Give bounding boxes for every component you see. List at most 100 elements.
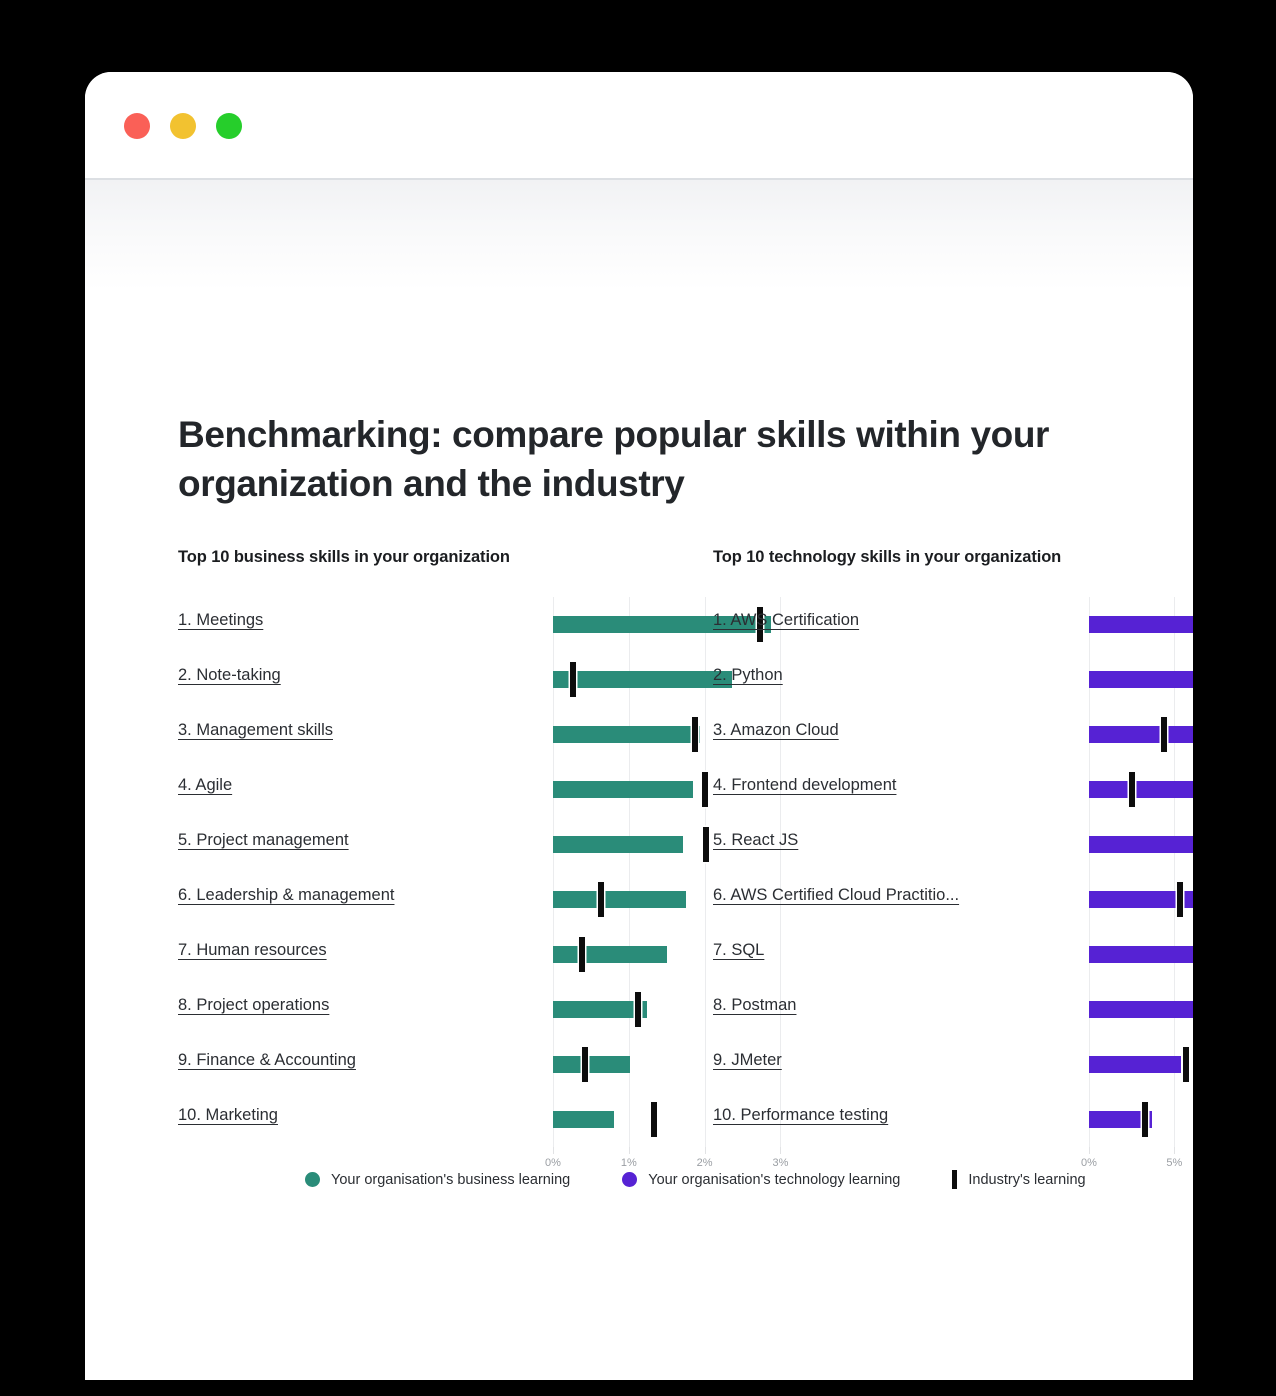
chart-panel-technology: Top 10 technology skills in your organiz…	[713, 548, 1193, 1181]
skill-label-link[interactable]: 9. Finance & Accounting	[178, 1051, 356, 1070]
axis-tick	[553, 1147, 554, 1154]
legend-item[interactable]: Industry's learning	[952, 1170, 1086, 1189]
skill-label-link[interactable]: 1. AWS Certification	[713, 611, 859, 630]
skill-label-link[interactable]: 4. Agile	[178, 776, 232, 795]
skill-label-link[interactable]: 4. Frontend development	[713, 776, 896, 795]
chart-row: 8. Postman	[713, 982, 1193, 1037]
skill-label-link[interactable]: 8. Project operations	[178, 996, 329, 1015]
axis-tick	[1089, 1147, 1090, 1154]
chart-row: 2. Python	[713, 652, 1193, 707]
close-button[interactable]	[124, 113, 150, 139]
plot-area	[1089, 1092, 1193, 1147]
skill-label-link[interactable]: 7. Human resources	[178, 941, 327, 960]
skill-label-link[interactable]: 7. SQL	[713, 941, 764, 960]
industry-benchmark-marker[interactable]	[702, 772, 709, 807]
chart-row: 6. Leadership & management	[178, 872, 782, 927]
chart-row: 3. Amazon Cloud	[713, 707, 1193, 762]
industry-benchmark-marker[interactable]	[597, 882, 604, 917]
data-bar[interactable]	[1089, 616, 1193, 633]
gridline	[704, 872, 706, 927]
chart-row: 7. SQL	[713, 927, 1193, 982]
industry-benchmark-marker[interactable]	[1161, 717, 1168, 752]
skill-label-link[interactable]: 5. React JS	[713, 831, 798, 850]
browser-title-bar	[85, 72, 1193, 180]
maximize-button[interactable]	[216, 113, 242, 139]
axis-tick-label: 1%	[620, 1157, 637, 1169]
plot-area	[1089, 707, 1193, 762]
legend-item[interactable]: Your organisation's technology learning	[622, 1172, 900, 1188]
chart-rows-technology: 1. AWS Certification 2. Python 3. Amazon C…	[713, 597, 1193, 1147]
chart-row: 4. Frontend development	[713, 762, 1193, 817]
plot-area	[1089, 872, 1193, 927]
data-bar[interactable]	[1089, 836, 1193, 853]
industry-benchmark-marker[interactable]	[578, 937, 585, 972]
chart-rows-business: 1. Meetings 2. Note-taking 3. Management s…	[178, 597, 782, 1147]
data-bar[interactable]	[553, 946, 667, 963]
chart-title-business: Top 10 business skills in your organizat…	[178, 548, 510, 566]
skill-label-link[interactable]: 3. Management skills	[178, 721, 333, 740]
gridline	[704, 1092, 706, 1147]
skill-label-link[interactable]: 6. Leadership & management	[178, 886, 394, 905]
data-bar[interactable]	[1089, 1001, 1193, 1018]
chart-row: 9. Finance & Accounting	[178, 1037, 782, 1092]
skill-label-link[interactable]: 3. Amazon Cloud	[713, 721, 839, 740]
data-bar[interactable]	[1089, 671, 1193, 688]
skill-label-link[interactable]: 5. Project management	[178, 831, 349, 850]
industry-benchmark-marker[interactable]	[691, 717, 698, 752]
data-bar[interactable]	[553, 671, 732, 688]
data-bar[interactable]	[553, 781, 694, 798]
gridline	[704, 1037, 706, 1092]
skill-label-link[interactable]: 2. Note-taking	[178, 666, 281, 685]
skill-label-link[interactable]: 8. Postman	[713, 996, 796, 1015]
data-bar[interactable]	[553, 1056, 631, 1073]
industry-benchmark-marker[interactable]	[650, 1102, 657, 1137]
plot-area	[1089, 982, 1193, 1037]
industry-benchmark-marker[interactable]	[569, 662, 576, 697]
industry-benchmark-marker[interactable]	[1128, 772, 1135, 807]
industry-benchmark-marker[interactable]	[634, 992, 641, 1027]
axis-tick-label: 0%	[545, 1157, 561, 1169]
data-bar[interactable]	[553, 836, 684, 853]
axis-tick-label: 0%	[1081, 1157, 1097, 1169]
industry-benchmark-marker[interactable]	[1142, 1102, 1149, 1137]
page-content: Benchmarking: compare popular skills wit…	[85, 180, 1193, 1378]
data-bar[interactable]	[553, 891, 687, 908]
industry-benchmark-marker[interactable]	[581, 1047, 588, 1082]
chart-row: 4. Agile	[178, 762, 782, 817]
data-bar[interactable]	[1089, 781, 1193, 798]
skill-label-link[interactable]: 2. Python	[713, 666, 783, 685]
data-bar[interactable]	[553, 1001, 647, 1018]
data-bar[interactable]	[553, 726, 701, 743]
plot-area	[1089, 762, 1193, 817]
data-bar[interactable]	[553, 1111, 615, 1128]
gridline	[704, 707, 706, 762]
legend-circle-icon	[305, 1172, 320, 1187]
browser-window: Benchmarking: compare popular skills wit…	[85, 72, 1193, 1380]
chart-row: 5. Project management	[178, 817, 782, 872]
chart-row: 10. Performance testing	[713, 1092, 1183, 1147]
data-bar[interactable]	[1089, 946, 1193, 963]
plot-area	[1089, 597, 1193, 652]
industry-benchmark-marker[interactable]	[1176, 882, 1183, 917]
skill-label-link[interactable]: 9. JMeter	[713, 1051, 782, 1070]
minimize-button[interactable]	[170, 113, 196, 139]
chart-title-technology: Top 10 technology skills in your organiz…	[713, 548, 1062, 566]
legend-item[interactable]: Your organisation's business learning	[305, 1172, 570, 1188]
industry-benchmark-marker[interactable]	[703, 827, 710, 862]
data-bar[interactable]	[1089, 1056, 1182, 1073]
gridline	[1174, 1092, 1176, 1147]
skill-label-link[interactable]: 6. AWS Certified Cloud Practitio...	[713, 886, 959, 905]
axis-tick	[704, 1147, 706, 1154]
chart-row: 9. JMeter	[713, 1037, 1190, 1092]
axis-tick	[628, 1147, 630, 1154]
skill-label-link[interactable]: 10. Performance testing	[713, 1106, 888, 1125]
legend-label: Your organisation's technology learning	[648, 1171, 901, 1188]
legend-label: Industry's learning	[968, 1171, 1086, 1188]
industry-benchmark-marker[interactable]	[1183, 1047, 1190, 1082]
chart-row: 1. AWS Certification	[713, 597, 1193, 652]
skill-label-link[interactable]: 1. Meetings	[178, 611, 263, 630]
data-bar[interactable]	[1089, 726, 1193, 743]
skill-label-link[interactable]: 10. Marketing	[178, 1106, 278, 1125]
chart-row: 3. Management skills	[178, 707, 782, 762]
axis-tick-label: 2%	[696, 1157, 713, 1169]
